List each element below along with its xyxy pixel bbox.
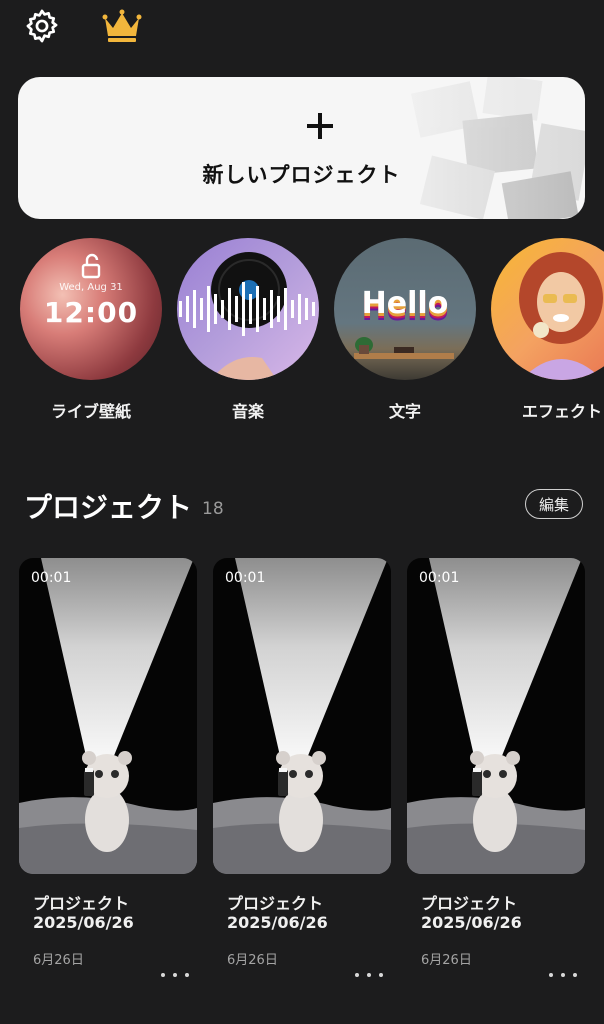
project-name: プロジェクト	[33, 894, 130, 913]
premium-button[interactable]	[102, 6, 142, 46]
project-thumbnail[interactable]: 00:01	[407, 558, 585, 874]
project-card[interactable]: 00:01 プロジェクト 2025/06/26 6月26日	[213, 558, 391, 977]
project-thumbnail[interactable]: 00:01	[213, 558, 391, 874]
more-options-icon[interactable]	[549, 968, 577, 982]
settings-button[interactable]	[22, 6, 62, 46]
feature-effects[interactable]: エフェクト	[491, 238, 604, 421]
more-options-icon[interactable]	[161, 968, 189, 982]
effects-thumbnail	[491, 238, 604, 380]
flashlight-scene-image	[19, 558, 197, 874]
project-date: 2025/06/26	[421, 913, 522, 932]
project-modified: 6月26日	[227, 953, 278, 968]
live-wallpaper-thumbnail: Wed, Aug 31 12:00	[20, 238, 162, 380]
project-thumbnail[interactable]: 00:01	[19, 558, 197, 874]
projects-title: プロジェクト	[24, 491, 193, 524]
flashlight-scene-image	[213, 558, 391, 874]
hello-sample-text: Hello	[361, 286, 449, 321]
music-thumbnail	[177, 238, 319, 380]
feature-label: エフェクト	[521, 402, 602, 421]
wallpaper-time: 12:00	[43, 296, 139, 329]
feature-label: ライブ壁紙	[50, 402, 131, 421]
project-duration: 00:01	[225, 570, 266, 586]
gear-icon	[26, 9, 58, 43]
wallpaper-date: Wed, Aug 31	[59, 282, 123, 293]
new-project-label: 新しいプロジェクト	[202, 163, 401, 187]
text-thumbnail: Hello	[334, 238, 476, 380]
collage-decoration	[355, 77, 585, 219]
new-project-card[interactable]: 新しいプロジェクト	[18, 77, 585, 219]
vinyl-waveform-icon	[179, 252, 315, 380]
feature-text[interactable]: Hello 文字	[334, 238, 476, 421]
project-card[interactable]: 00:01 プロジェクト 2025/06/26 6月26日	[19, 558, 197, 977]
app-home: 新しいプロジェクト Wed, Aug 31 12:00 ライブ壁紙 音楽 Hel…	[0, 0, 604, 1024]
feature-label: 文字	[388, 402, 421, 421]
project-modified: 6月26日	[33, 953, 84, 968]
projects-count: 18	[202, 499, 224, 519]
project-modified: 6月26日	[421, 953, 472, 968]
project-name: プロジェクト	[421, 894, 518, 913]
project-duration: 00:01	[419, 570, 460, 586]
project-duration: 00:01	[31, 570, 72, 586]
woman-portrait-decoration	[519, 252, 603, 380]
project-card[interactable]: 00:01 プロジェクト 2025/06/26 6月26日	[407, 558, 585, 977]
project-date: 2025/06/26	[33, 913, 134, 932]
unlock-icon	[81, 253, 101, 279]
more-options-icon[interactable]	[355, 968, 383, 982]
project-name: プロジェクト	[227, 894, 324, 913]
project-date: 2025/06/26	[227, 913, 328, 932]
edit-button[interactable]: 編集	[525, 489, 583, 519]
crown-icon	[102, 9, 142, 42]
feature-music[interactable]: 音楽	[177, 238, 319, 421]
plus-icon	[307, 113, 333, 139]
flashlight-scene-image	[407, 558, 585, 874]
desk-plant-decoration	[354, 337, 454, 359]
feature-live-wallpaper[interactable]: Wed, Aug 31 12:00 ライブ壁紙	[20, 238, 162, 421]
feature-label: 音楽	[231, 402, 264, 421]
